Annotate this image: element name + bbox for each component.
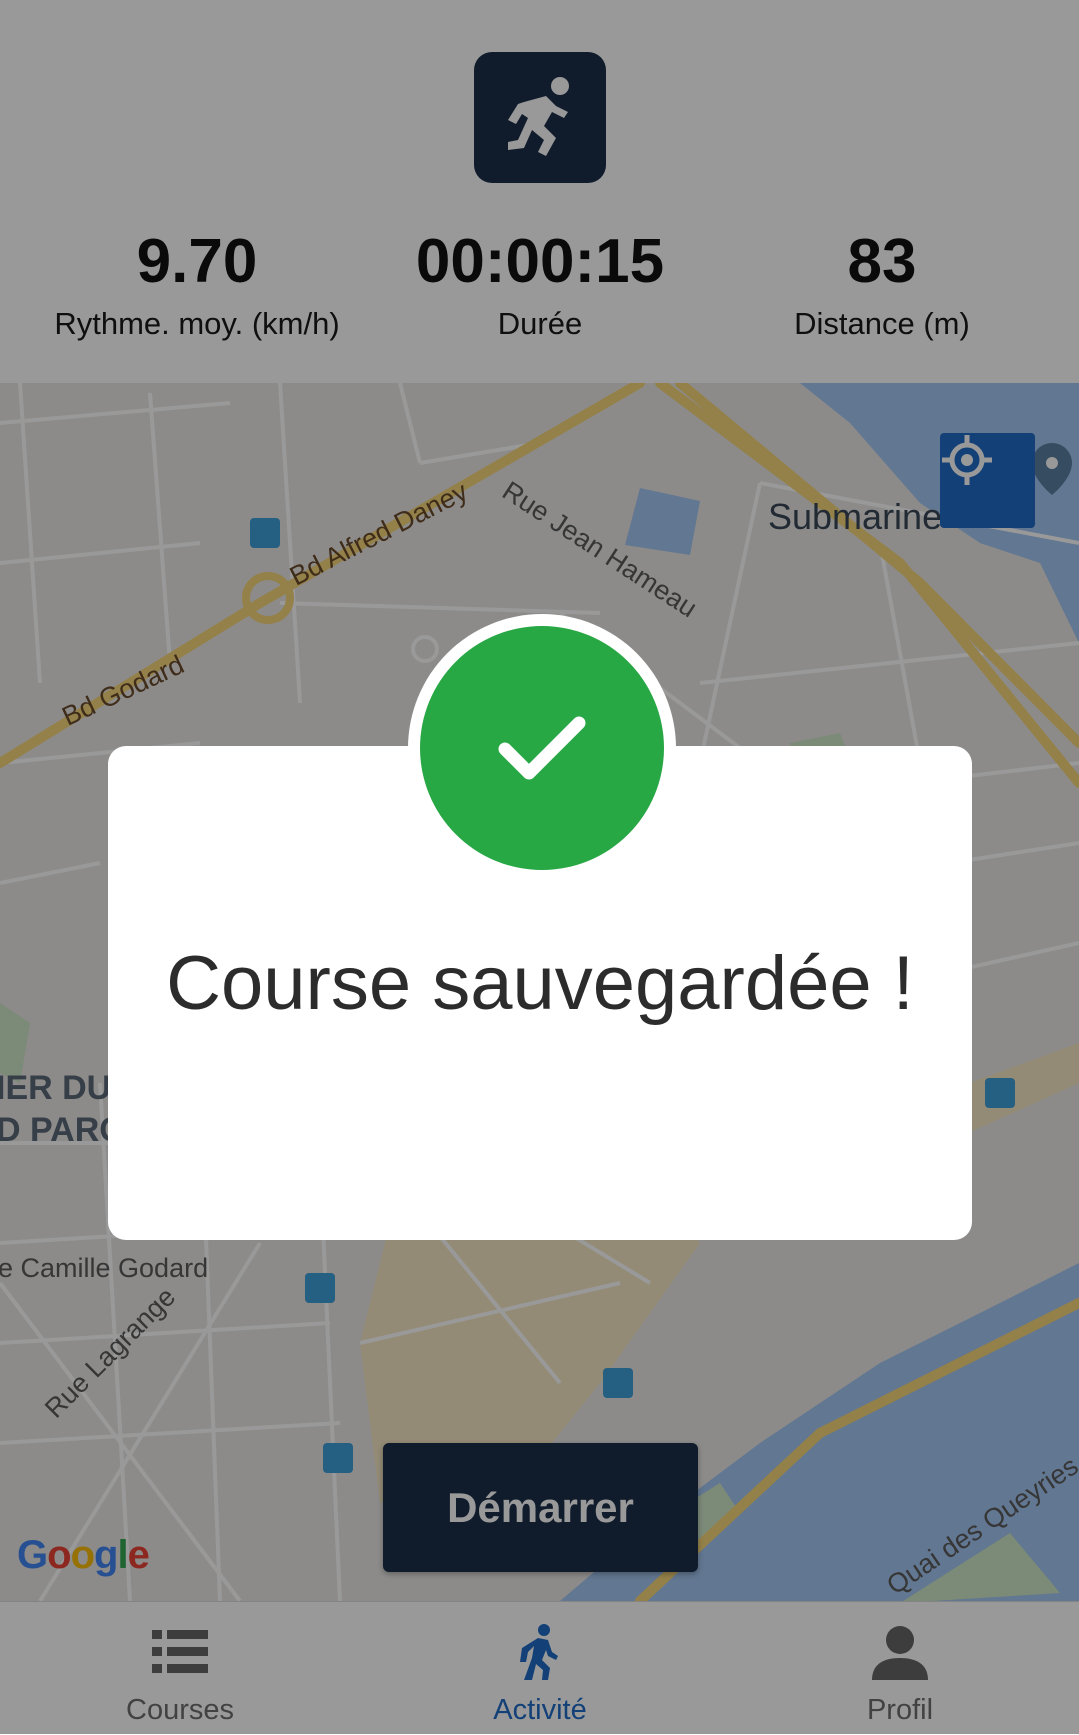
modal-title: Course sauvegardée ! [166,941,914,1026]
checkmark-icon [498,716,586,780]
success-icon-badge [420,626,664,870]
